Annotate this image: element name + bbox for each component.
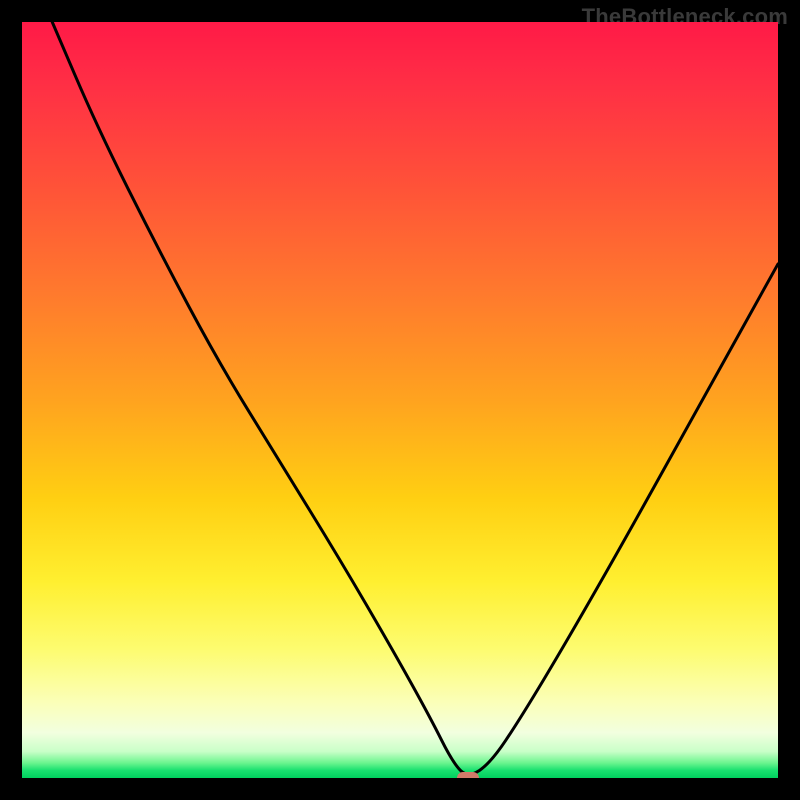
chart-frame: TheBottleneck.com	[0, 0, 800, 800]
bottleneck-curve	[22, 22, 778, 778]
optimal-point-marker	[457, 772, 479, 778]
plot-area	[22, 22, 778, 778]
